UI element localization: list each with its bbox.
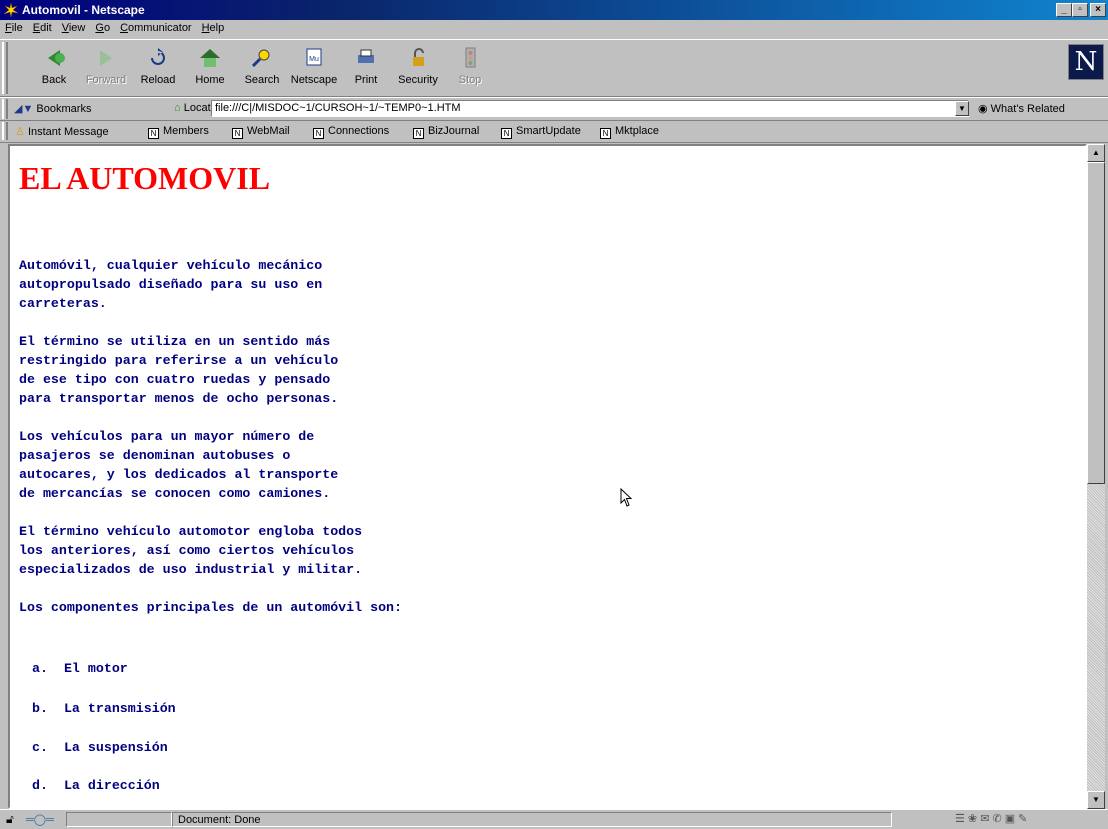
forward-button[interactable]: Forward <box>80 46 132 86</box>
menu-communicator[interactable]: Communicator <box>115 20 197 34</box>
bookmark-page-icon: N <box>232 128 243 139</box>
netscape-logo[interactable]: N <box>1068 44 1104 80</box>
location-toolbar: ◢▼ Bookmarks ⌂ Location: file:///C|/MISD… <box>0 97 1108 121</box>
list-item: a. El motor <box>32 661 128 676</box>
reload-button[interactable]: Reload <box>132 46 184 86</box>
location-grip[interactable] <box>2 99 8 119</box>
mouse-cursor-icon <box>620 488 633 507</box>
connections-button[interactable]: N Connections <box>313 125 389 139</box>
mktplace-button[interactable]: N Mktplace <box>600 125 659 139</box>
menu-go[interactable]: Go <box>90 20 115 34</box>
bookmark-page-icon: N <box>313 128 324 139</box>
netscape-button[interactable]: Mu Netscape <box>288 46 340 86</box>
home-icon <box>200 49 220 67</box>
location-input[interactable]: file:///C|/MISDOC~1/CURSOH~1/~TEMP0~1.HT… <box>211 100 969 117</box>
reload-icon <box>151 48 165 65</box>
toolbar-grip[interactable] <box>2 42 8 94</box>
instant-message-button[interactable]: ♙ Instant Message <box>15 125 109 138</box>
stop-icon <box>465 47 476 68</box>
menu-bar: File Edit View Go Communicator Help <box>0 20 1108 38</box>
whats-related-button[interactable]: ◉ What's Related <box>978 102 1065 115</box>
list-item: c. La suspensión <box>32 740 168 755</box>
personal-toolbar: ♙ Instant Message N Members N WebMail N Con… <box>0 121 1108 143</box>
progress-bar <box>66 812 172 827</box>
search-icon <box>251 49 270 68</box>
bizjournal-button[interactable]: N BizJournal <box>413 125 479 139</box>
svg-text:Mu: Mu <box>309 56 319 63</box>
paragraph-vehicle-types: Los vehículos para un mayor número de pa… <box>19 429 339 501</box>
scroll-down-button[interactable]: ▼ <box>1087 791 1105 809</box>
menu-help[interactable]: Help <box>197 20 230 34</box>
stop-button[interactable]: Stop <box>444 46 496 86</box>
bookmarks-button[interactable]: ◢▼ Bookmarks <box>14 102 91 115</box>
list-item: b. La transmisión <box>32 701 176 716</box>
bookmark-page-icon: N <box>600 128 611 139</box>
scrollbar-thumb[interactable] <box>1087 162 1105 484</box>
bookmarks-icon: ◢▼ <box>14 103 34 115</box>
print-button[interactable]: Print <box>340 46 392 86</box>
scroll-up-button[interactable]: ▲ <box>1087 144 1105 162</box>
security-button[interactable]: Security <box>392 46 444 86</box>
security-lock-icon[interactable]: 🔓︎ <box>6 812 14 827</box>
navigation-toolbar: Back Forward Reload Home Search Mu Netsc… <box>0 39 1108 97</box>
close-button[interactable]: × <box>1090 3 1106 17</box>
bookmark-page-icon: N <box>501 128 512 139</box>
forward-arrow-icon <box>100 50 112 66</box>
paragraph-definition: Automóvil, cualquier vehículo mecánico a… <box>19 258 323 311</box>
paragraph-components-intro: Los componentes principales de un automó… <box>19 600 403 615</box>
list-item: d. La dirección <box>32 778 160 793</box>
connection-status-icon: ═◯═ <box>26 814 54 826</box>
related-icon: ◉ <box>978 103 988 115</box>
vertical-scrollbar[interactable]: ▲ ▼ <box>1087 144 1105 809</box>
component-bar-icons: ☰ ❀ ✉ ✆ ▣ ✎ <box>955 813 1028 825</box>
bookmark-page-icon: N <box>148 128 159 139</box>
location-icon: ⌂ <box>174 102 181 114</box>
netscape-icon: Mu <box>306 48 322 66</box>
lock-icon <box>413 48 424 66</box>
window-title: Automovil - Netscape <box>22 3 145 17</box>
print-icon <box>358 49 374 63</box>
status-text-frame <box>172 812 892 827</box>
back-arrow-icon <box>48 50 65 66</box>
home-button[interactable]: Home <box>184 46 236 86</box>
bookmark-page-icon: N <box>413 128 424 139</box>
menu-view[interactable]: View <box>57 20 91 34</box>
page-title: EL AUTOMOVIL <box>19 160 271 196</box>
window-titlebar: Automovil - Netscape _ ▫ × <box>0 0 1108 20</box>
personal-grip[interactable] <box>2 122 8 140</box>
back-button[interactable]: Back <box>28 46 80 86</box>
maximize-button[interactable]: ▫ <box>1072 3 1088 17</box>
smartupdate-button[interactable]: N SmartUpdate <box>501 125 581 139</box>
status-bar: 🔓︎ ═◯═ Document: Done ☰ ❀ ✉ ✆ ▣ ✎ <box>0 809 1108 829</box>
minimize-button[interactable]: _ <box>1056 3 1072 17</box>
paragraph-restricted-sense: El término se utiliza en un sentido más … <box>19 334 339 406</box>
location-dropdown-button[interactable]: ▼ <box>955 101 969 116</box>
page-content: EL AUTOMOVIL Automóvil, cualquier vehícu… <box>8 144 1087 809</box>
netscape-app-icon <box>3 2 19 18</box>
members-button[interactable]: N Members <box>148 125 209 139</box>
person-icon: ♙ <box>15 126 25 138</box>
menu-file[interactable]: File <box>0 20 28 34</box>
menu-edit[interactable]: Edit <box>28 20 57 34</box>
search-button[interactable]: Search <box>236 46 288 86</box>
paragraph-automotor: El término vehículo automotor engloba to… <box>19 524 363 577</box>
webmail-button[interactable]: N WebMail <box>232 125 290 139</box>
